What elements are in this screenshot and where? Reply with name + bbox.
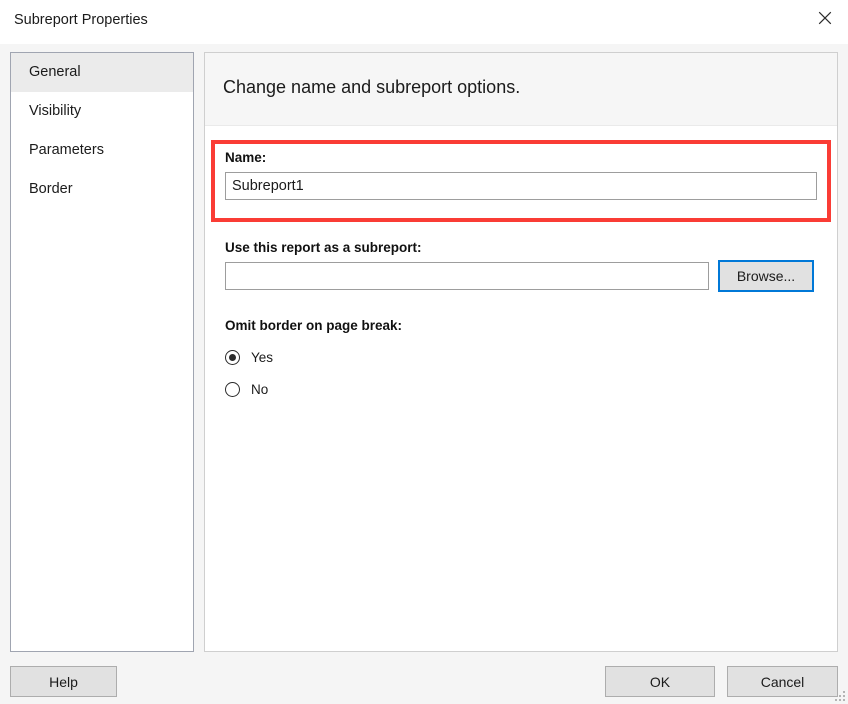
sidebar-item-label: General bbox=[29, 64, 81, 80]
browse-button-label: Browse... bbox=[737, 268, 795, 284]
dialog-body: General Visibility Parameters Border Cha… bbox=[0, 44, 848, 660]
sidebar-item-label: Border bbox=[29, 181, 73, 197]
sidebar-item-label: Parameters bbox=[29, 142, 104, 158]
name-label: Name: bbox=[225, 150, 266, 165]
close-icon[interactable] bbox=[802, 0, 848, 36]
subreport-label: Use this report as a subreport: bbox=[225, 240, 422, 255]
main-panel: Change name and subreport options. Name:… bbox=[204, 52, 838, 652]
cancel-button[interactable]: Cancel bbox=[727, 666, 838, 697]
sidebar-item-border[interactable]: Border bbox=[11, 170, 193, 209]
subreport-input[interactable] bbox=[225, 262, 709, 290]
resize-grip[interactable] bbox=[833, 689, 845, 701]
ok-button[interactable]: OK bbox=[605, 666, 715, 697]
help-button-label: Help bbox=[49, 674, 78, 690]
sidebar-item-label: Visibility bbox=[29, 103, 81, 119]
radio-no-icon[interactable] bbox=[225, 382, 240, 397]
radio-yes-icon[interactable] bbox=[225, 350, 240, 365]
title-bar: Subreport Properties bbox=[0, 0, 848, 44]
panel-header-title: Change name and subreport options. bbox=[223, 77, 520, 98]
name-input[interactable] bbox=[225, 172, 817, 200]
sidebar-item-general[interactable]: General bbox=[11, 53, 193, 92]
radio-yes-label: Yes bbox=[251, 350, 273, 365]
panel-header: Change name and subreport options. bbox=[205, 53, 837, 126]
radio-option-yes[interactable]: Yes bbox=[225, 346, 273, 368]
browse-button[interactable]: Browse... bbox=[718, 260, 814, 292]
sidebar-item-visibility[interactable]: Visibility bbox=[11, 92, 193, 131]
omit-border-label: Omit border on page break: bbox=[225, 318, 402, 333]
footer-bar: Help OK Cancel bbox=[0, 660, 848, 704]
window-title: Subreport Properties bbox=[14, 12, 148, 28]
help-button[interactable]: Help bbox=[10, 666, 117, 697]
radio-no-label: No bbox=[251, 382, 268, 397]
cancel-button-label: Cancel bbox=[761, 674, 805, 690]
ok-button-label: OK bbox=[650, 674, 670, 690]
sidebar-item-parameters[interactable]: Parameters bbox=[11, 131, 193, 170]
radio-option-no[interactable]: No bbox=[225, 378, 268, 400]
sidebar-nav-list[interactable]: General Visibility Parameters Border bbox=[10, 52, 194, 652]
